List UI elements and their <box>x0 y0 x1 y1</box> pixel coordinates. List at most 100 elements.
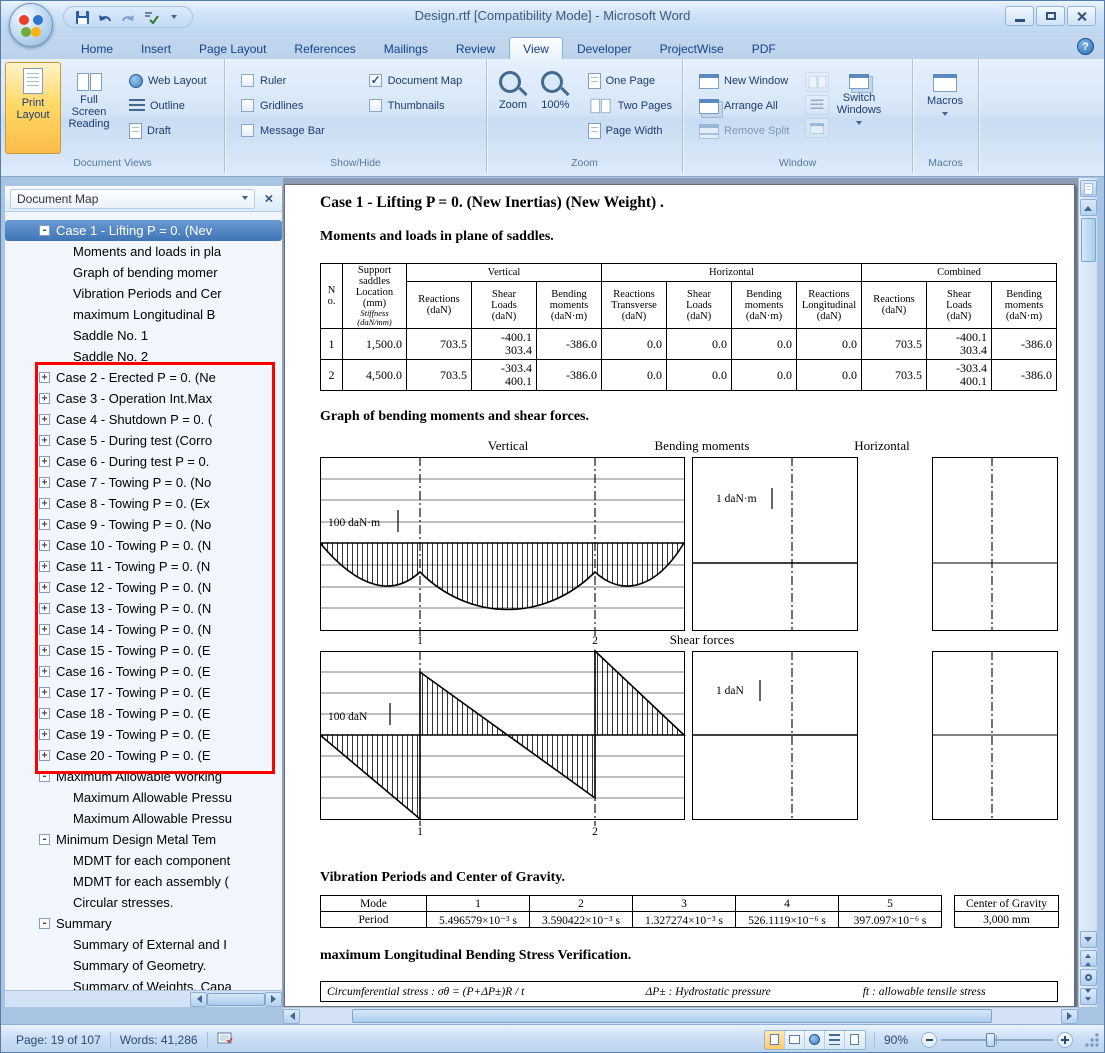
docmap-item[interactable]: Case 15 - Towing P = 0. (E <box>5 640 282 661</box>
next-page-button[interactable] <box>1080 988 1097 1005</box>
tree-expander-icon[interactable] <box>39 435 50 446</box>
synchronous-scrolling-button[interactable] <box>805 95 829 115</box>
docmap-item[interactable]: MDMT for each assembly ( <box>5 871 282 892</box>
docmap-item[interactable]: Saddle No. 2 <box>5 346 282 367</box>
ribbon-tab[interactable]: Page Layout <box>185 37 280 59</box>
tree-expander-icon[interactable] <box>39 750 50 761</box>
docmap-item[interactable]: Summary <box>5 913 282 934</box>
docmap-item[interactable]: Maximum Allowable Pressu <box>5 808 282 829</box>
docmap-close-button[interactable] <box>259 190 277 208</box>
proofing-status-icon[interactable] <box>208 1031 242 1048</box>
docmap-item[interactable]: Maximum Allowable Pressu <box>5 787 282 808</box>
reset-window-position-button[interactable] <box>805 118 829 138</box>
show-hide-checkbox[interactable]: Message Bar <box>241 124 339 137</box>
view-web-layout-button[interactable] <box>805 1031 825 1049</box>
docmap-title-dropdown[interactable]: Document Map <box>10 189 255 209</box>
macros-button[interactable]: Macros <box>917 62 973 154</box>
tree-expander-icon[interactable] <box>39 456 50 467</box>
docmap-item[interactable]: Case 11 - Towing P = 0. (N <box>5 556 282 577</box>
tree-expander-icon[interactable] <box>39 687 50 698</box>
scroll-up-button[interactable] <box>1080 199 1097 216</box>
view-side-by-side-button[interactable] <box>805 72 829 92</box>
close-button[interactable] <box>1067 6 1096 26</box>
docmap-item[interactable]: Case 9 - Towing P = 0. (No <box>5 514 282 535</box>
scroll-down-button[interactable] <box>1080 931 1097 948</box>
docmap-item[interactable]: Summary of External and I <box>5 934 282 955</box>
tree-expander-icon[interactable] <box>39 582 50 593</box>
resize-grip[interactable] <box>1085 1032 1100 1047</box>
docmap-item[interactable]: Case 16 - Towing P = 0. (E <box>5 661 282 682</box>
docmap-item[interactable]: Vibration Periods and Cer <box>5 283 282 304</box>
docmap-item[interactable]: Minimum Design Metal Tem <box>5 829 282 850</box>
document-page[interactable]: Case 1 - Lifting P = 0. (New Inertias) (… <box>284 184 1075 1007</box>
zoom-in-button[interactable] <box>1057 1032 1073 1048</box>
previous-page-button[interactable] <box>1080 950 1097 967</box>
tree-expander-icon[interactable] <box>39 540 50 551</box>
help-button[interactable]: ? <box>1077 38 1094 55</box>
ribbon-tab[interactable]: Review <box>442 37 509 59</box>
zoom-slider-thumb[interactable] <box>986 1033 995 1047</box>
docmap-item[interactable]: Case 17 - Towing P = 0. (E <box>5 682 282 703</box>
view-full-screen-button[interactable] <box>785 1031 805 1049</box>
docmap-item[interactable]: Case 7 - Towing P = 0. (No <box>5 472 282 493</box>
show-hide-checkbox[interactable]: Gridlines <box>241 99 339 112</box>
tree-expander-icon[interactable] <box>39 666 50 677</box>
full-screen-reading-button[interactable]: Full Screen Reading <box>61 62 117 154</box>
docmap-item[interactable]: Case 10 - Towing P = 0. (N <box>5 535 282 556</box>
docmap-item[interactable]: Case 2 - Erected P = 0. (Ne <box>5 367 282 388</box>
office-button[interactable] <box>9 3 53 47</box>
tree-expander-icon[interactable] <box>39 729 50 740</box>
tree-expander-icon[interactable] <box>39 477 50 488</box>
docmap-horizontal-scrollbar[interactable] <box>5 990 282 1007</box>
ribbon-tab[interactable]: Home <box>67 37 127 59</box>
ribbon-tab[interactable]: PDF <box>738 37 790 59</box>
view-draft-button[interactable] <box>845 1031 865 1049</box>
draft-button[interactable]: Draft <box>123 120 213 142</box>
page-width-button[interactable]: Page Width <box>582 120 678 142</box>
docmap-item[interactable]: Case 5 - During test (Corro <box>5 430 282 451</box>
docmap-item[interactable]: Case 8 - Towing P = 0. (Ex <box>5 493 282 514</box>
view-outline-button[interactable] <box>825 1031 845 1049</box>
docmap-item[interactable]: MDMT for each component <box>5 850 282 871</box>
tree-expander-icon[interactable] <box>39 624 50 635</box>
zoom-slider[interactable] <box>941 1032 1053 1048</box>
maximize-button[interactable] <box>1036 6 1065 26</box>
scroll-right-button[interactable] <box>1061 1009 1078 1024</box>
tree-expander-icon[interactable] <box>39 519 50 530</box>
docmap-item[interactable]: Saddle No. 1 <box>5 325 282 346</box>
select-browse-object-button[interactable] <box>1080 969 1097 986</box>
ribbon-tab[interactable]: Developer <box>563 37 646 59</box>
docmap-item[interactable]: Case 4 - Shutdown P = 0. ( <box>5 409 282 430</box>
zoom-out-button[interactable] <box>921 1032 937 1048</box>
zoom-button[interactable]: Zoom <box>491 62 535 154</box>
ribbon-tab[interactable]: References <box>280 37 369 59</box>
docmap-item[interactable]: Moments and loads in pla <box>5 241 282 262</box>
scroll-left-button[interactable] <box>283 1009 300 1024</box>
ruler-toggle-button[interactable] <box>1080 180 1097 197</box>
web-layout-button[interactable]: Web Layout <box>123 70 213 92</box>
docmap-item[interactable]: Case 13 - Towing P = 0. (N <box>5 598 282 619</box>
two-pages-button[interactable]: Two Pages <box>582 95 678 117</box>
ribbon-tab[interactable]: Mailings <box>370 37 442 59</box>
tree-expander-icon[interactable] <box>39 414 50 425</box>
docmap-item[interactable]: Case 18 - Towing P = 0. (E <box>5 703 282 724</box>
zoom-100-button[interactable]: 100% <box>535 62 576 154</box>
vertical-scrollbar[interactable] <box>1078 178 1097 1007</box>
horizontal-scrollbar[interactable] <box>283 1007 1078 1024</box>
tree-expander-icon[interactable] <box>39 393 50 404</box>
word-count[interactable]: Words: 41,286 <box>111 1033 207 1047</box>
page-indicator[interactable]: Page: 19 of 107 <box>7 1033 110 1047</box>
docmap-item[interactable]: maximum Longitudinal B <box>5 304 282 325</box>
docmap-item[interactable]: Case 3 - Operation Int.Max <box>5 388 282 409</box>
tree-expander-icon[interactable] <box>39 771 50 782</box>
docmap-item[interactable]: Summary of Weights, Capa <box>5 976 282 990</box>
print-layout-button[interactable]: Print Layout <box>5 62 61 154</box>
docmap-scroll-thumb[interactable] <box>207 993 265 1006</box>
docmap-item[interactable]: Case 1 - Lifting P = 0. (Nev <box>5 220 282 241</box>
show-hide-checkbox[interactable]: Thumbnails <box>369 99 476 112</box>
tree-expander-icon[interactable] <box>39 603 50 614</box>
zoom-slider-track[interactable] <box>941 1039 1053 1041</box>
docmap-item[interactable]: Case 19 - Towing P = 0. (E <box>5 724 282 745</box>
switch-windows-button[interactable]: Switch Windows <box>829 62 889 154</box>
vertical-scroll-thumb[interactable] <box>1081 218 1096 262</box>
